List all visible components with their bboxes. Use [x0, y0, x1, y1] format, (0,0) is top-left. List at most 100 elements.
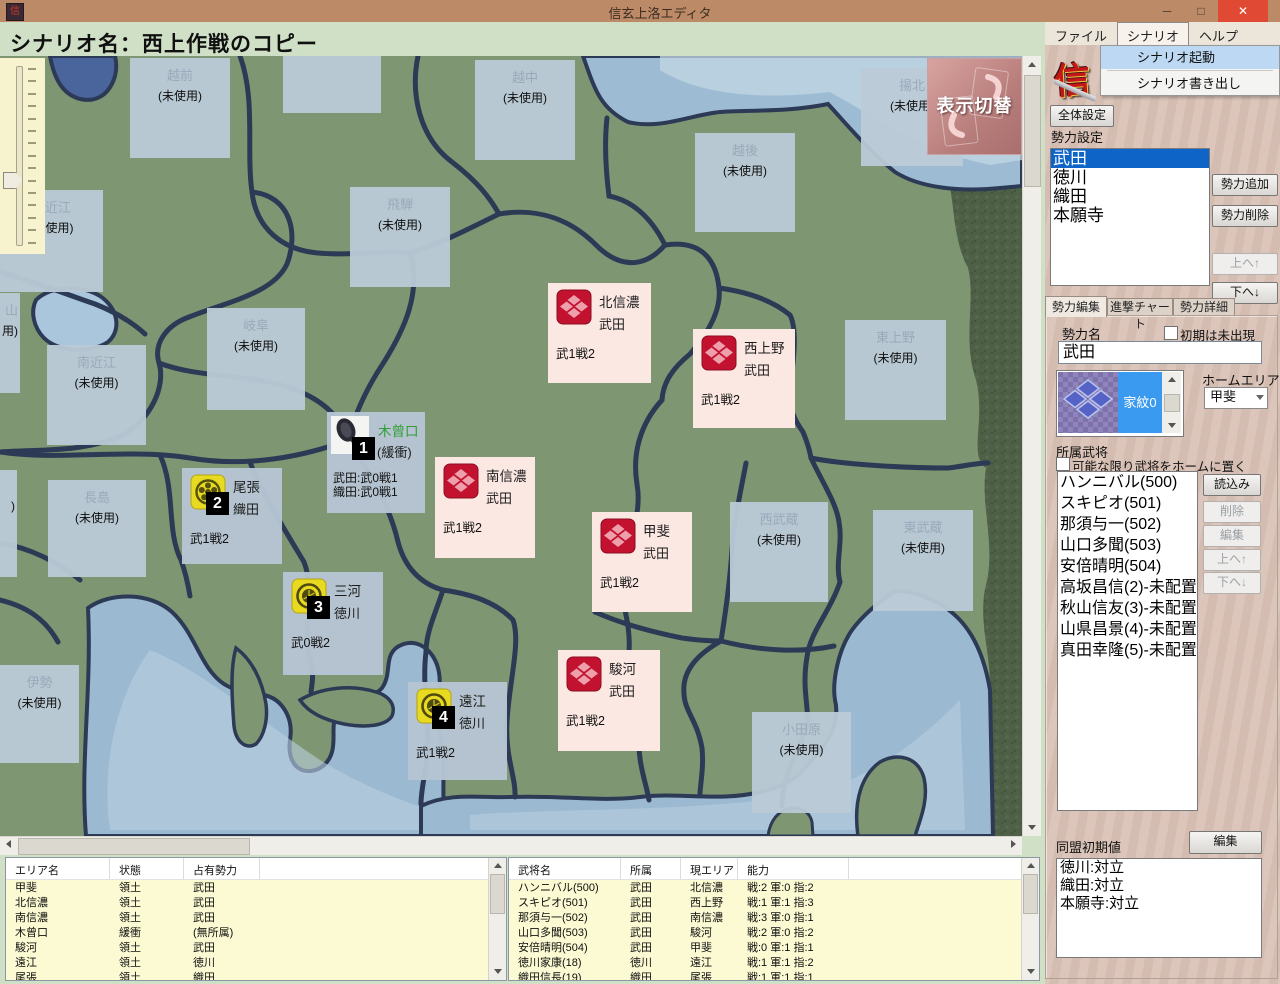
display-toggle-button[interactable]: 表示切替 [927, 58, 1022, 155]
table-cell: 武田 [621, 909, 681, 924]
scroll-thumb[interactable] [490, 874, 505, 914]
table-row[interactable]: 織田信長(19)織田尾張戦:1 軍:1 指:1 [509, 969, 1022, 980]
province-box-owned[interactable]: 甲斐武田武1戦2 [592, 512, 692, 612]
warrior-button-0[interactable]: 読込み [1203, 474, 1261, 496]
table-row[interactable]: 遠江領土徳川 [6, 954, 489, 969]
crest-picker[interactable]: 家紋0 [1056, 370, 1184, 437]
province-box-owned[interactable]: 西上野武田武1戦2 [693, 329, 795, 428]
tab-1[interactable]: 進撃チャート [1107, 298, 1173, 316]
scroll-up-icon[interactable] [1163, 372, 1180, 386]
table-row[interactable]: 甲斐領土武田 [6, 879, 489, 894]
province-box-unused[interactable]: 長島(未使用) [48, 480, 146, 577]
province-box-unused[interactable]: 南近江(未使用) [47, 345, 146, 445]
province-box-unused[interactable]: 越中(未使用) [475, 60, 575, 160]
warrior-listbox[interactable]: ハンニバル(500)スキピオ(501)那須与一(502)山口多聞(503)安倍晴… [1057, 471, 1198, 811]
province-box-unused[interactable]: 東上野(未使用) [845, 320, 946, 420]
alliance-list-item[interactable]: 徳川:対立 [1057, 859, 1261, 877]
province-box-unused[interactable]: 越後(未使用) [695, 133, 795, 232]
menu-option-1[interactable]: シナリオ書き出し [1101, 72, 1279, 95]
province-box-unused[interactable]: 小田原(未使用) [752, 712, 851, 813]
alliance-list-item[interactable]: 本願寺:対立 [1057, 895, 1261, 913]
table-row[interactable]: 徳川家康(18)徳川遠江戦:1 軍:1 指:2 [509, 954, 1022, 969]
scroll-up-icon[interactable] [1022, 858, 1039, 873]
province-box-unused[interactable]: ) [0, 470, 17, 577]
table-row[interactable]: 北信濃領土武田 [6, 894, 489, 909]
keep-warriors-home-checkbox[interactable] [1056, 457, 1070, 471]
scroll-thumb[interactable] [18, 838, 250, 855]
home-area-select[interactable]: 甲斐 [1204, 387, 1268, 409]
maximize-button[interactable]: □ [1184, 0, 1218, 22]
province-box-unused[interactable]: 西武蔵(未使用) [730, 502, 828, 602]
initially-hidden-checkbox[interactable] [1164, 326, 1178, 340]
table-row[interactable]: 那須与一(502)武田南信濃戦:3 軍:0 指:1 [509, 909, 1022, 924]
tab-2[interactable]: 勢力詳細 [1173, 298, 1235, 316]
province-box-owned[interactable]: 北信濃武田武1戦2 [548, 283, 651, 383]
scroll-thumb[interactable] [1024, 75, 1041, 187]
power-list-item[interactable]: 徳川 [1051, 168, 1209, 187]
scroll-right-icon[interactable] [1005, 837, 1022, 854]
warrior-list-item[interactable]: 山県昌景(4)-未配置 [1058, 619, 1197, 640]
warrior-list-item[interactable]: 高坂昌信(2)-未配置 [1058, 577, 1197, 598]
province-box-unused[interactable]: 伊勢(未使用) [0, 665, 79, 763]
province-box-unused[interactable]: 岐阜(未使用) [207, 308, 305, 410]
province-box-owned[interactable]: 2尾張織田武1戦2 [182, 468, 282, 564]
crest-scrollbar[interactable] [1162, 372, 1181, 433]
tab-0[interactable]: 勢力編集 [1045, 296, 1107, 317]
scroll-up-icon[interactable] [1023, 56, 1040, 73]
warrior-list-item[interactable]: 真田幸隆(5)-未配置 [1058, 640, 1197, 661]
province-box-unused[interactable]: 東武蔵(未使用) [873, 510, 973, 611]
takeda-crest-image[interactable] [1058, 372, 1118, 433]
table-row[interactable]: 南信濃領土武田 [6, 909, 489, 924]
map-zoom-slider[interactable] [0, 58, 45, 254]
table-row[interactable]: 山口多聞(503)武田駿河戦:2 軍:0 指:2 [509, 924, 1022, 939]
province-box-unused[interactable]: 越前(未使用) [130, 58, 230, 158]
table-row[interactable]: 尾張領土織田 [6, 969, 489, 980]
minimize-button[interactable]: ─ [1150, 0, 1184, 22]
global-settings-button[interactable]: 全体設定 [1050, 105, 1114, 127]
alliance-list-item[interactable]: 織田:対立 [1057, 877, 1261, 895]
province-box-owned[interactable]: 4遠江徳川武1戦2 [408, 682, 507, 780]
power-list-item[interactable]: 織田 [1051, 187, 1209, 206]
power-listbox[interactable]: 武田徳川織田本願寺 [1050, 148, 1210, 286]
province-box-owned[interactable]: 南信濃武田武1戦2 [435, 457, 535, 558]
table-row[interactable]: 木曾口緩衝(無所属) [6, 924, 489, 939]
table-row[interactable]: ハンニバル(500)武田北信濃戦:2 軍:0 指:2 [509, 879, 1022, 894]
scroll-up-icon[interactable] [489, 858, 506, 873]
table-row[interactable]: 安倍晴明(504)武田甲斐戦:0 軍:1 指:1 [509, 939, 1022, 954]
scroll-thumb[interactable] [1023, 874, 1038, 914]
close-button[interactable]: ✕ [1218, 0, 1268, 22]
province-box-unused[interactable]: 飛騨(未使用) [350, 187, 450, 287]
alliance-listbox[interactable]: 徳川:対立織田:対立本願寺:対立 [1056, 858, 1262, 958]
province-box-unused[interactable] [283, 56, 381, 113]
power-button-1[interactable]: 勢力削除 [1212, 205, 1278, 227]
scroll-left-icon[interactable] [0, 837, 17, 854]
scroll-thumb[interactable] [1164, 394, 1180, 412]
table-row[interactable]: 駿河領土武田 [6, 939, 489, 954]
province-box-buffer[interactable]: 1木曾口(緩衝)武田:武0戦1織田:武0戦1 [327, 412, 425, 513]
table-row[interactable]: スキピオ(501)武田西上野戦:1 軍:1 指:3 [509, 894, 1022, 909]
warrior-list-item[interactable]: スキピオ(501) [1058, 493, 1197, 514]
power-list-item[interactable]: 武田 [1051, 149, 1209, 168]
warrior-list-item[interactable]: ハンニバル(500) [1058, 472, 1197, 493]
scroll-down-icon[interactable] [1022, 965, 1039, 980]
general-table-scrollbar[interactable] [1021, 858, 1039, 980]
warrior-list-item[interactable]: 秋山信友(3)-未配置 [1058, 598, 1197, 619]
menu-option-0[interactable]: シナリオ起動 [1101, 46, 1279, 69]
power-list-item[interactable]: 本願寺 [1051, 206, 1209, 225]
province-box-owned[interactable]: 駿河武田武1戦2 [558, 650, 660, 751]
power-name-input[interactable]: 武田 [1058, 341, 1262, 364]
scroll-down-icon[interactable] [1023, 819, 1040, 836]
power-button-0[interactable]: 勢力追加 [1212, 174, 1278, 196]
scroll-down-icon[interactable] [1163, 419, 1180, 433]
warrior-list-item[interactable]: 山口多聞(503) [1058, 535, 1197, 556]
scroll-down-icon[interactable] [489, 965, 506, 980]
area-table-scrollbar[interactable] [488, 858, 506, 980]
province-box-unused[interactable]: 山用) [0, 293, 20, 393]
province-box-owned[interactable]: 3三河徳川武0戦2 [283, 572, 383, 675]
map-vertical-scrollbar[interactable] [1022, 56, 1041, 836]
alliance-edit-button[interactable]: 編集 [1189, 831, 1262, 854]
warrior-list-item[interactable]: 那須与一(502) [1058, 514, 1197, 535]
map-horizontal-scrollbar[interactable] [0, 836, 1022, 855]
warrior-list-item[interactable]: 安倍晴明(504) [1058, 556, 1197, 577]
map-canvas[interactable]: 越前(未使用)越中(未使用)越後(未使用)飛騨(未使用)揚北(未使用)北近江(未… [0, 56, 1022, 836]
